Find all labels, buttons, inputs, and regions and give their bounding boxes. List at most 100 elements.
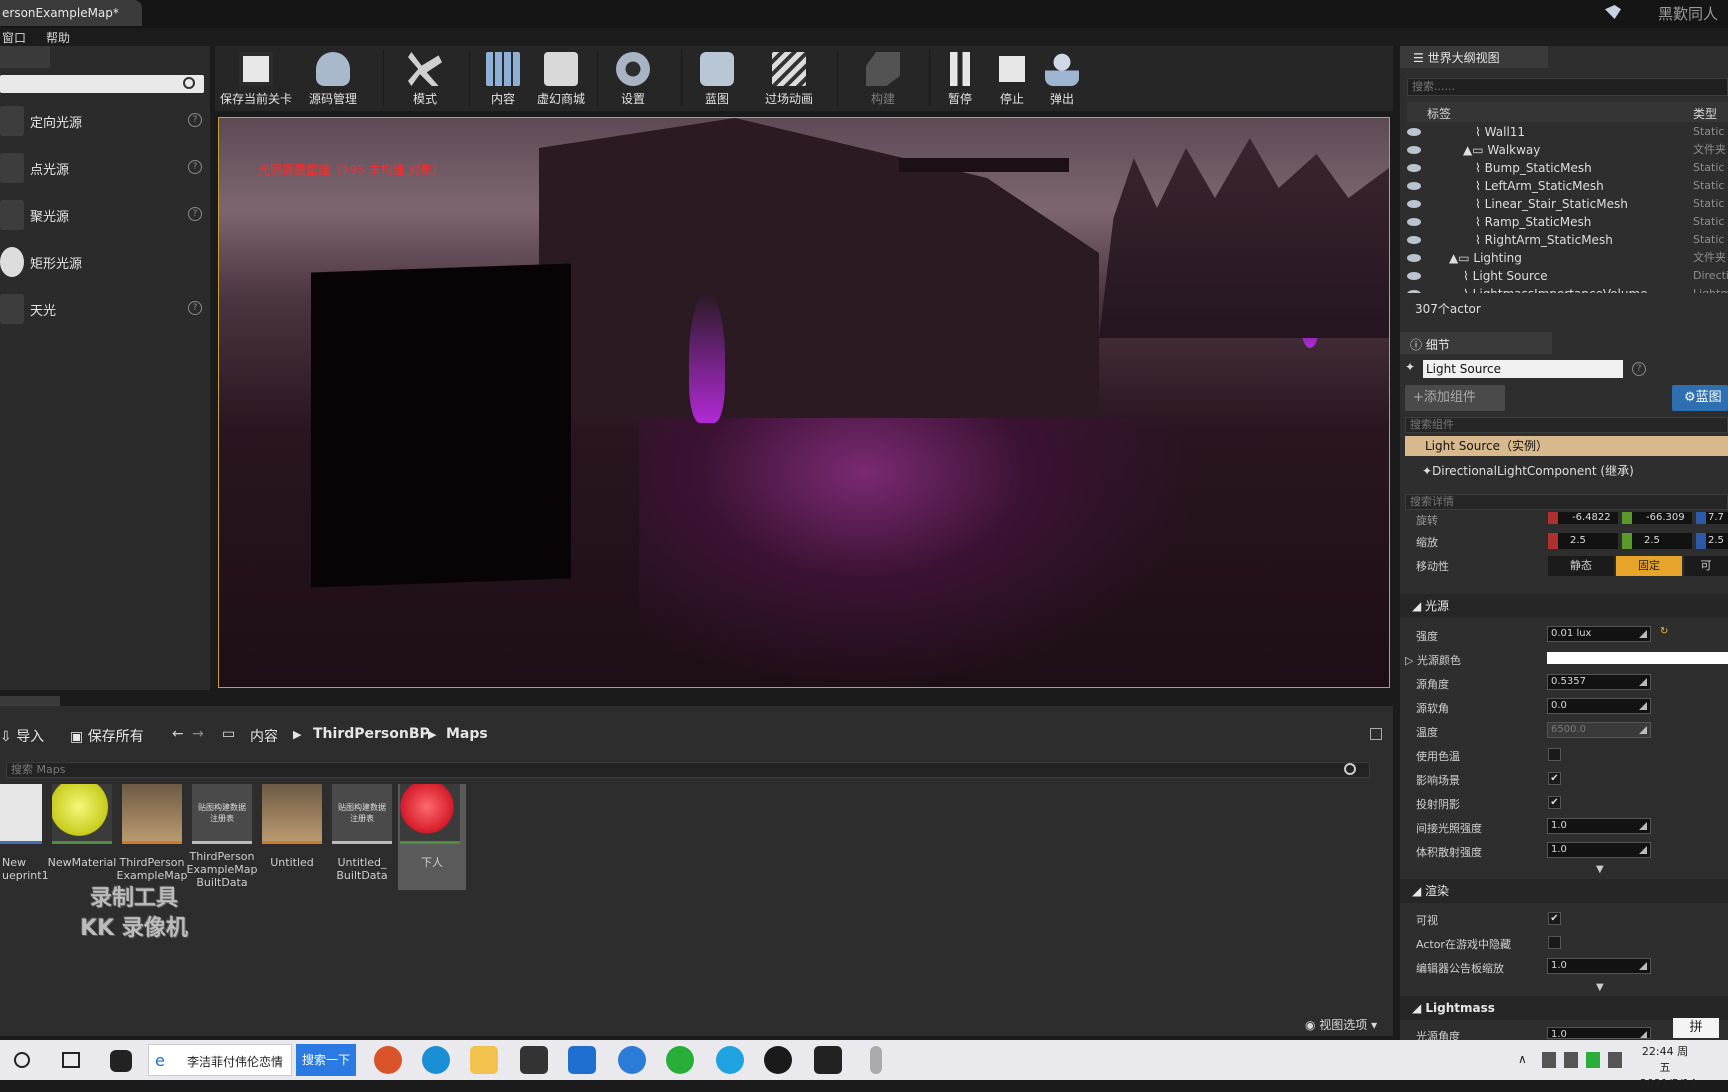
asset-tile[interactable]: New ueprint1 xyxy=(0,784,49,890)
modes-button[interactable]: 模式 xyxy=(387,46,463,111)
help-icon[interactable]: ? xyxy=(188,160,202,174)
asset-tile[interactable]: 贴图构建数据 注册表 Untitled_ BuiltData xyxy=(330,784,394,890)
place-item-point-light[interactable]: 点光源 ? xyxy=(0,147,205,191)
place-item-directional-light[interactable]: 定向光源 ? xyxy=(0,100,205,144)
outliner-row[interactable]: ▲▭ Lighting 文件夹 xyxy=(1400,249,1728,267)
breadcrumb-content[interactable]: 内容 xyxy=(250,726,278,746)
outliner-search-input[interactable]: 搜索...... xyxy=(1407,78,1728,96)
unreal-engine-icon[interactable] xyxy=(764,1046,792,1074)
col-type[interactable]: 类型 xyxy=(1693,105,1717,122)
marketplace-button[interactable]: 虚幻商城 xyxy=(531,46,591,111)
visibility-eye-icon[interactable] xyxy=(1407,182,1421,190)
property-checkbox[interactable]: ✔ xyxy=(1548,912,1561,925)
scale-y[interactable]: 2.5 xyxy=(1622,533,1692,549)
actor-name-field[interactable]: Light Source xyxy=(1423,360,1623,378)
blueprint-button[interactable]: ⚙蓝图 xyxy=(1672,385,1728,411)
lightmass-row-value[interactable]: 1.0 xyxy=(1547,1027,1651,1039)
epic-games-icon[interactable] xyxy=(814,1046,842,1074)
outliner-row[interactable]: ⌇ Linear_Stair_StaticMesh Static xyxy=(1400,195,1728,213)
search-icon[interactable] xyxy=(1344,763,1356,775)
clock[interactable]: 22:44 周五 2021/5/14 xyxy=(1640,1044,1696,1092)
rotation-z[interactable]: 7.7 xyxy=(1696,512,1728,524)
place-panel-tab[interactable] xyxy=(0,46,50,68)
property-value[interactable]: 1.0 xyxy=(1547,958,1651,974)
system-tray-icons[interactable] xyxy=(1542,1052,1626,1068)
browser-icon[interactable] xyxy=(716,1046,744,1074)
property-value[interactable]: 6500.0 xyxy=(1547,722,1651,738)
lock-icon[interactable] xyxy=(1370,728,1382,740)
rotation-y[interactable]: -66.309 xyxy=(1622,512,1692,524)
place-item-spot-light[interactable]: 聚光源 ? xyxy=(0,194,205,238)
visibility-eye-icon[interactable] xyxy=(1407,146,1421,154)
search-icon[interactable] xyxy=(183,77,195,89)
col-label[interactable]: 标签 xyxy=(1427,105,1451,122)
wechat-icon[interactable] xyxy=(666,1046,694,1074)
component-search-input[interactable]: 搜索组件 xyxy=(1405,417,1728,433)
outliner-row[interactable]: ⌇ Wall11 Static xyxy=(1400,123,1728,141)
visibility-eye-icon[interactable] xyxy=(1407,290,1421,293)
help-icon[interactable]: ? xyxy=(188,301,202,315)
stop-button[interactable]: 停止 xyxy=(987,46,1037,111)
outliner-row[interactable]: ⌇ Bump_StaticMesh Static xyxy=(1400,159,1728,177)
instance-row[interactable]: Light Source（实例） xyxy=(1405,436,1728,456)
mobility-movable[interactable]: 可 xyxy=(1684,556,1728,576)
visibility-eye-icon[interactable] xyxy=(1407,164,1421,172)
save-all-button[interactable]: ▣ 保存所有 xyxy=(70,726,144,746)
place-item-rect-light[interactable]: 矩形光源 xyxy=(0,241,205,285)
scale-z[interactable]: 2.5 xyxy=(1696,533,1728,549)
visibility-eye-icon[interactable] xyxy=(1407,128,1421,136)
asset-tile[interactable]: 贴图构建数据 注册表 ThirdPerson ExampleMap BuiltD… xyxy=(187,784,257,890)
light-section-header[interactable]: ◢ 光源 xyxy=(1400,594,1728,618)
task-view-icon[interactable] xyxy=(62,1052,80,1068)
breadcrumb-thirdpersonbp[interactable]: ThirdPersonBP xyxy=(313,726,430,742)
expand-arrow-icon[interactable]: ▼ xyxy=(1596,864,1604,875)
property-checkbox[interactable] xyxy=(1548,748,1561,761)
blueprint-button[interactable]: 蓝图 xyxy=(687,46,747,111)
visibility-eye-icon[interactable] xyxy=(1407,272,1421,280)
outliner-row[interactable]: ⌇ RightArm_StaticMesh Static xyxy=(1400,231,1728,249)
details-search-input[interactable]: 搜索详情 xyxy=(1405,494,1728,510)
build-button[interactable]: 构建 xyxy=(843,46,923,111)
property-value[interactable]: 0.5357 xyxy=(1547,674,1651,690)
visibility-eye-icon[interactable] xyxy=(1407,254,1421,262)
app-icon[interactable] xyxy=(110,1050,132,1072)
light-color-swatch[interactable] xyxy=(1547,652,1728,664)
asset-tile[interactable]: ThirdPerson ExampleMap xyxy=(117,784,187,890)
asset-tile[interactable]: Untitled xyxy=(260,784,324,890)
place-search-input[interactable] xyxy=(0,75,204,93)
expand-arrow-icon[interactable]: ▼ xyxy=(1596,982,1604,993)
visibility-eye-icon[interactable] xyxy=(1407,218,1421,226)
mobility-static[interactable]: 静态 xyxy=(1548,556,1614,576)
edge-icon[interactable] xyxy=(422,1046,450,1074)
source-control-button[interactable]: 源码管理 xyxy=(300,46,366,111)
tray-chevron-icon[interactable]: ∧ xyxy=(1518,1052,1527,1066)
breadcrumb-maps[interactable]: Maps xyxy=(446,726,488,742)
scale-x[interactable]: 2.5 xyxy=(1548,533,1618,549)
lightmass-section-header[interactable]: ◢ Lightmass xyxy=(1400,996,1728,1020)
eject-button[interactable]: 弹出 xyxy=(1037,46,1087,111)
pause-button[interactable]: 暂停 xyxy=(935,46,985,111)
cortana-icon[interactable] xyxy=(14,1052,30,1068)
store-icon[interactable] xyxy=(520,1046,548,1074)
outliner-row[interactable]: ⌇ Ramp_StaticMesh Static xyxy=(1400,213,1728,231)
microphone-icon[interactable] xyxy=(870,1046,882,1074)
render-section-header[interactable]: ◢ 渲染 xyxy=(1400,879,1728,903)
property-checkbox[interactable]: ✔ xyxy=(1548,772,1561,785)
outliner-row[interactable]: ▲▭ Walkway 文件夹 xyxy=(1400,141,1728,159)
search-go-button[interactable]: 搜索一下 xyxy=(296,1044,356,1076)
property-checkbox[interactable] xyxy=(1548,936,1561,949)
browser-search-box[interactable]: e 李洁菲付伟伦恋情 xyxy=(148,1044,292,1076)
visibility-eye-icon[interactable] xyxy=(1407,200,1421,208)
file-explorer-icon[interactable] xyxy=(470,1046,498,1074)
property-value[interactable]: 1.0 xyxy=(1547,842,1651,858)
level-viewport[interactable] xyxy=(218,117,1390,688)
outliner-row[interactable]: ⌇ LeftArm_StaticMesh Static xyxy=(1400,177,1728,195)
property-checkbox[interactable]: ✔ xyxy=(1548,796,1561,809)
ime-indicator[interactable]: 拼 xyxy=(1673,1018,1719,1038)
reset-to-default-icon[interactable]: ↻ xyxy=(1660,626,1668,637)
save-level-button[interactable]: 保存当前关卡 xyxy=(220,46,292,111)
asset-tile-selected[interactable]: 下人 xyxy=(398,784,466,890)
settings-button[interactable]: 设置 xyxy=(603,46,663,111)
rotation-x[interactable]: -6.4822 xyxy=(1548,512,1618,524)
back-arrow-icon[interactable]: ← xyxy=(172,726,184,742)
